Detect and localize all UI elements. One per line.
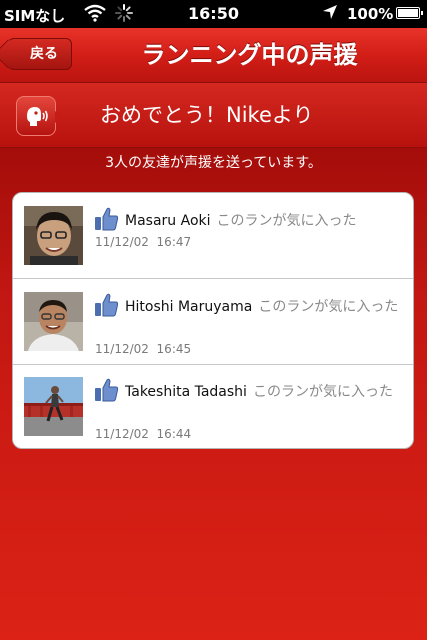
cheer-list: Masaru Aoki このランが気に入った 11/12/02 16:47 Hi… [12, 192, 414, 449]
battery-percent: 100% [347, 5, 394, 23]
navigation-bar: 戻る ランニング中の声援 [0, 28, 427, 83]
cheer-icon [16, 96, 64, 136]
friend-name: Masaru Aoki [125, 213, 211, 229]
cheer-date: 11/12/02 [95, 235, 149, 249]
avatar [24, 292, 83, 351]
cheer-timestamp: 11/12/02 16:45 [95, 342, 191, 356]
cheer-message: Hitoshi Maruyama このランが気に入った [95, 297, 403, 318]
page-title: ランニング中の声援 [141, 41, 358, 69]
cheer-action: このランが気に入った [252, 384, 393, 400]
friend-name: Takeshita Tadashi [125, 384, 247, 400]
cheer-banner: おめでとう！Nikeより [0, 83, 427, 148]
back-button[interactable]: 戻る [8, 38, 72, 70]
list-item[interactable]: Masaru Aoki このランが気に入った 11/12/02 16:47 [13, 193, 413, 279]
list-item[interactable]: Takeshita Tadashi このランが気に入った 11/12/02 16:… [13, 364, 413, 448]
cheer-date: 11/12/02 [95, 342, 149, 356]
cheer-time: 16:47 [156, 235, 192, 249]
banner-message: おめでとう！Nikeより [100, 103, 314, 127]
cheer-time: 16:44 [156, 427, 192, 441]
cheer-message: Takeshita Tadashi このランが気に入った [95, 382, 403, 403]
status-bar: SIMなし 16:50 100% [0, 0, 427, 28]
cheer-time: 16:45 [156, 342, 192, 356]
friend-name: Hitoshi Maruyama [125, 299, 253, 315]
cheer-action: このランが気に入った [216, 213, 357, 229]
friends-count-subtitle: 3人の友達が声援を送っています。 [105, 155, 322, 171]
location-arrow-icon [322, 4, 338, 24]
cheer-message: Masaru Aoki このランが気に入った [95, 211, 403, 232]
avatar [24, 206, 83, 265]
back-button-label: 戻る [30, 46, 58, 62]
cheer-action: このランが気に入った [258, 299, 399, 315]
list-item[interactable]: Hitoshi Maruyama このランが気に入った 11/12/02 16:4… [13, 279, 413, 365]
cheer-date: 11/12/02 [95, 427, 149, 441]
cheer-timestamp: 11/12/02 16:47 [95, 235, 191, 249]
cheer-timestamp: 11/12/02 16:44 [95, 427, 191, 441]
avatar [24, 377, 83, 436]
battery-icon [396, 7, 423, 19]
